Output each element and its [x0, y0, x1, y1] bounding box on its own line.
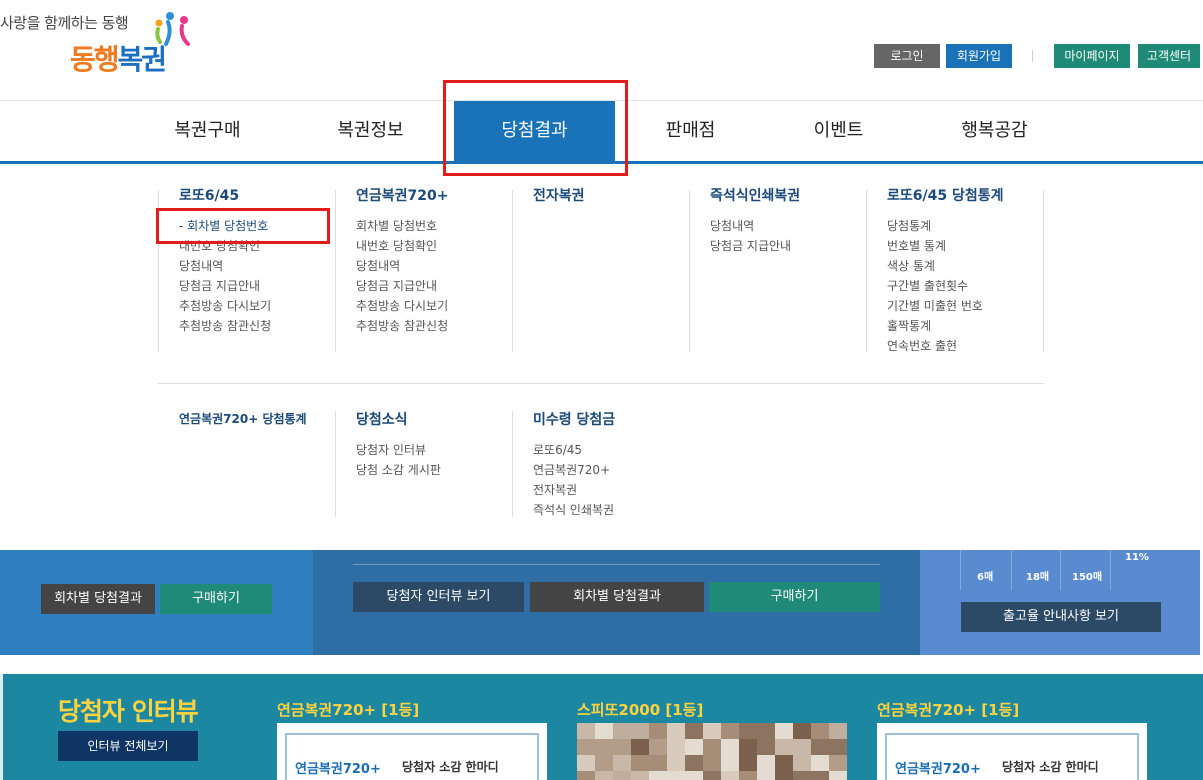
interview-view-button[interactable]: 당첨자 인터뷰 보기: [353, 582, 524, 612]
col-divider: [512, 411, 513, 517]
menu-col-lotto: 로또6/45 회차별 당첨번호 내번호 당첨확인 당첨내역 당첨금 지급안내 추…: [179, 188, 271, 336]
menu-item-unclaimed-instant[interactable]: 즉석식 인쇄복권: [533, 500, 615, 520]
menu-item-pension-draw-numbers[interactable]: 회차별 당첨번호: [356, 216, 448, 236]
menu-item-stats-overall[interactable]: 당첨통계: [887, 216, 1004, 236]
menu-heading-news[interactable]: 당첨소식: [356, 412, 441, 428]
nav-events[interactable]: 이벤트: [751, 101, 926, 162]
menu-heading-lotto[interactable]: 로또6/45: [179, 188, 271, 204]
menu-col-unclaimed: 미수령 당첨금 로또6/45 연금복권720+ 전자복권 즉석식 인쇄복권: [533, 412, 615, 520]
menu-heading-unclaimed[interactable]: 미수령 당첨금: [533, 412, 615, 428]
menu-heading-e-lottery[interactable]: 전자복권: [533, 188, 585, 204]
menu-heading-pension-stats[interactable]: 연금복권720+ 당첨통계: [179, 411, 307, 427]
release-rate-notice-button[interactable]: 출고율 안내사항 보기: [961, 602, 1161, 632]
nav-results[interactable]: 당첨결과: [454, 101, 615, 162]
col-divider: [512, 190, 513, 352]
card-caption: 당첨자 소감 한마디: [1002, 760, 1099, 774]
nav-lottery-info[interactable]: 복권정보: [283, 101, 458, 162]
menu-item-instant-payout[interactable]: 당첨금 지급안내: [710, 236, 800, 256]
pension-result-button[interactable]: 회차별 당첨결과: [530, 582, 704, 612]
menu-item-stats-unshown[interactable]: 기간별 미출현 번호: [887, 296, 1004, 316]
col-divider: [335, 411, 336, 517]
menu-heading-stats[interactable]: 로또6/45 당첨통계: [887, 188, 1004, 204]
banner-divider: [353, 564, 880, 565]
stat-value: 6매: [977, 572, 994, 583]
customer-center-button[interactable]: 고객센터: [1138, 44, 1200, 68]
stat-divider: [1060, 550, 1061, 590]
menu-item-lotto-draw-numbers[interactable]: 회차별 당첨번호: [179, 216, 271, 236]
menu-item-lotto-attend[interactable]: 추첨방송 참관신청: [179, 316, 271, 336]
site-header: 사랑을 함께하는 동행 동행복권 로그인 회원가입 마이페이지 고객센터: [0, 0, 1203, 100]
menu-col-pension-stats: 연금복권720+ 당첨통계: [179, 411, 307, 439]
menu-col-pension: 연금복권720+ 회차별 당첨번호 내번호 당첨확인 당첨내역 당첨금 지급안내…: [356, 188, 448, 336]
pension-logo: 연금복권720+: [895, 762, 981, 777]
menu-item-lotto-payout[interactable]: 당첨금 지급안내: [179, 276, 271, 296]
interview-card[interactable]: 연금복권720+ 당첨자 소감 한마디: [277, 723, 547, 780]
col-divider: [1043, 190, 1044, 352]
pension-buy-button[interactable]: 구매하기: [709, 582, 880, 612]
menu-item-unclaimed-e-lottery[interactable]: 전자복권: [533, 480, 615, 500]
menu-item-pension-history[interactable]: 당첨내역: [356, 256, 448, 276]
menu-item-news-board[interactable]: 당첨 소감 게시판: [356, 460, 441, 480]
logo-part1: 동행: [70, 43, 120, 76]
menu-item-unclaimed-lotto[interactable]: 로또6/45: [533, 440, 615, 460]
nav-lottery-buy[interactable]: 복권구매: [120, 101, 295, 162]
slogan: 사랑을 함께하는 동행: [0, 14, 129, 32]
stat-percent: 11%: [1125, 552, 1149, 563]
stat-divider: [1110, 550, 1111, 590]
menu-item-lotto-history[interactable]: 당첨내역: [179, 256, 271, 276]
menu-col-instant: 즉석식인쇄복권 당첨내역 당첨금 지급안내: [710, 188, 800, 256]
stat-divider: [1011, 550, 1012, 590]
menu-item-instant-history[interactable]: 당첨내역: [710, 216, 800, 236]
menu-col-e-lottery: 전자복권: [533, 188, 585, 216]
menu-heading-pension[interactable]: 연금복권720+: [356, 188, 448, 204]
results-mega-menu: 로또6/45 회차별 당첨번호 내번호 당첨확인 당첨내역 당첨금 지급안내 추…: [0, 164, 1203, 550]
join-button[interactable]: 회원가입: [946, 44, 1012, 68]
mypage-button[interactable]: 마이페이지: [1054, 44, 1130, 68]
stat-value: 150매: [1072, 572, 1103, 583]
menu-item-stats-range[interactable]: 구간별 출현횟수: [887, 276, 1004, 296]
col-divider: [689, 190, 690, 352]
blurred-winner-photo[interactable]: [577, 723, 847, 780]
interview-card-title[interactable]: 연금복권720+ [1등]: [877, 699, 1019, 720]
card-caption: 당첨자 소감 한마디: [402, 760, 499, 774]
menu-item-pension-payout[interactable]: 당첨금 지급안내: [356, 276, 448, 296]
menu-item-pension-attend[interactable]: 추첨방송 참관신청: [356, 316, 448, 336]
menu-heading-instant[interactable]: 즉석식인쇄복권: [710, 188, 800, 204]
col-divider: [866, 190, 867, 352]
menu-item-stats-consecutive[interactable]: 연속번호 출현: [887, 336, 1004, 356]
menu-item-news-interview[interactable]: 당첨자 인터뷰: [356, 440, 441, 460]
interview-card-title[interactable]: 연금복권720+ [1등]: [277, 699, 419, 720]
menu-col-stats: 로또6/45 당첨통계 당첨통계 번호별 통계 색상 통계 구간별 출현횟수 기…: [887, 188, 1004, 356]
menu-item-stats-odd-even[interactable]: 홀짝통계: [887, 316, 1004, 336]
main-nav: 복권구매 복권정보 당첨결과 판매점 이벤트 행복공감: [0, 100, 1203, 164]
menu-item-pension-check[interactable]: 내번호 당첨확인: [356, 236, 448, 256]
menu-item-lotto-replay[interactable]: 추첨방송 다시보기: [179, 296, 271, 316]
menu-item-lotto-check[interactable]: 내번호 당첨확인: [179, 236, 271, 256]
menu-item-pension-replay[interactable]: 추첨방송 다시보기: [356, 296, 448, 316]
menu-item-stats-number[interactable]: 번호별 통계: [887, 236, 1004, 256]
lotto-result-button[interactable]: 회차별 당첨결과: [41, 584, 155, 614]
col-divider: [158, 190, 159, 352]
nav-happiness[interactable]: 행복공감: [907, 101, 1082, 162]
interview-all-button[interactable]: 인터뷰 전체보기: [58, 731, 198, 761]
col-divider: [335, 190, 336, 352]
pension-logo: 연금복권720+: [295, 762, 381, 777]
menu-col-news: 당첨소식 당첨자 인터뷰 당첨 소감 게시판: [356, 412, 441, 480]
interview-card[interactable]: 연금복권720+ 당첨자 소감 한마디: [877, 723, 1147, 780]
menu-item-unclaimed-pension[interactable]: 연금복권720+: [533, 460, 615, 480]
login-button[interactable]: 로그인: [874, 44, 940, 68]
logo-people-icon: [155, 12, 190, 46]
stat-value: 18매: [1026, 572, 1050, 583]
util-divider: [1032, 50, 1033, 62]
interview-section-title: 당첨자 인터뷰: [58, 697, 199, 726]
row-divider: [158, 383, 1044, 384]
stat-divider: [960, 550, 961, 590]
lotto-buy-button[interactable]: 구매하기: [160, 584, 272, 614]
menu-item-stats-color[interactable]: 색상 통계: [887, 256, 1004, 276]
interview-card-title[interactable]: 스피또2000 [1등]: [577, 699, 703, 720]
